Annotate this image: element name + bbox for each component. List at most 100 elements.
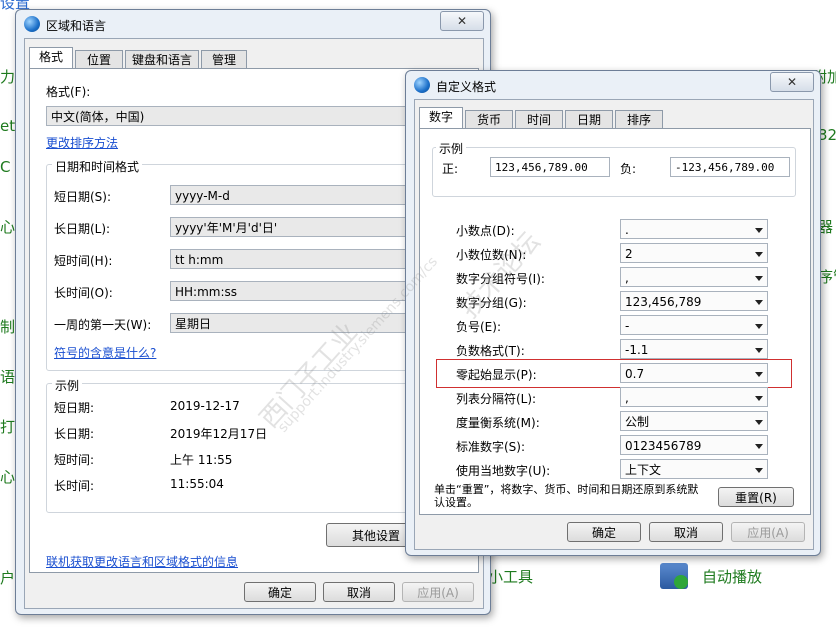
native-digits-select[interactable]: 上下文 (620, 459, 768, 479)
tab-sort[interactable]: 排序 (615, 110, 663, 129)
ok-button[interactable]: 确定 (244, 582, 316, 602)
positive-label: 正: (442, 162, 459, 176)
digit-grouping-value: 123,456,789 (625, 295, 702, 309)
tab-keyboard[interactable]: 键盘和语言 (125, 50, 199, 69)
bg-fragment: et (0, 117, 16, 135)
negative-format-select[interactable]: -1.1 (620, 339, 768, 359)
bg-fragment: 心 (0, 218, 16, 236)
long-date-select[interactable]: yyyy'年'M'月'd'日' (170, 217, 426, 237)
close-button[interactable]: ✕ (440, 11, 484, 31)
first-day-value: 星期日 (175, 317, 212, 331)
decimal-digits-select[interactable]: 2 (620, 243, 768, 263)
tab-date[interactable]: 日期 (565, 110, 613, 129)
apply-button[interactable]: 应用(A) (402, 582, 474, 602)
window-title: 自定义格式 (436, 80, 497, 94)
tab-format[interactable]: 格式 (29, 47, 73, 69)
negative-label: 负: (620, 162, 637, 176)
apply-button[interactable]: 应用(A) (731, 522, 805, 542)
title-bar[interactable]: 自定义格式 ✕ (406, 71, 820, 99)
bg-fragment: 制 (0, 318, 16, 336)
standard-digits-label: 标准数字(S): (456, 440, 526, 454)
negative-sign-value: - (625, 319, 630, 333)
negative-format-value: -1.1 (625, 343, 649, 357)
short-time-label: 短时间(H): (54, 254, 113, 268)
globe-icon (24, 16, 40, 32)
datetime-group-label: 日期和时间格式 (52, 158, 143, 175)
short-date-select[interactable]: yyyy-M-d (170, 185, 426, 205)
bg-fragment: 打 (0, 418, 16, 436)
example-long-date-label: 长日期: (54, 427, 95, 441)
ok-button[interactable]: 确定 (567, 522, 641, 542)
tab-location[interactable]: 位置 (75, 50, 123, 69)
example-long-time-label: 长时间: (54, 479, 95, 493)
tab-time[interactable]: 时间 (515, 110, 563, 129)
example-group-label: 示例 (52, 377, 83, 394)
bg-fragment: 户 (0, 569, 16, 587)
decimal-symbol-select[interactable]: . (620, 219, 768, 239)
native-digits-label: 使用当地数字(U): (456, 464, 551, 478)
example-group-label: 示例 (436, 140, 467, 157)
negative-example-field: -123,456,789.00 (670, 157, 790, 177)
format-label: 格式(F): (46, 85, 91, 99)
measurement-select[interactable]: 公制 (620, 411, 768, 431)
positive-value: 123,456,789.00 (495, 161, 588, 174)
short-date-label: 短日期(S): (54, 190, 112, 204)
long-time-value: HH:mm:ss (175, 285, 238, 299)
globe-icon (414, 77, 430, 93)
tab-admin[interactable]: 管理 (201, 50, 247, 69)
example-short-date-value: 2019-12-17 (170, 399, 240, 413)
positive-example-field: 123,456,789.00 (490, 157, 610, 177)
list-separator-select[interactable]: , (620, 387, 768, 407)
cancel-button[interactable]: 取消 (323, 582, 395, 602)
grouping-symbol-value: , (625, 271, 629, 285)
list-separator-label: 列表分隔符(L): (456, 392, 537, 406)
example-short-time-label: 短时间: (54, 453, 95, 467)
first-day-label: 一周的第一天(W): (54, 318, 152, 332)
negative-value: -123,456,789.00 (675, 161, 775, 174)
format-value: 中文(简体，中国) (51, 110, 145, 124)
measurement-value: 公制 (625, 415, 650, 429)
short-time-select[interactable]: tt h:mm (170, 249, 426, 269)
leading-zero-select[interactable]: 0.7 (620, 363, 768, 383)
example-long-date-value: 2019年12月17日 (170, 427, 268, 441)
reset-note: 单击“重置”，将数字、货币、时间和日期还原到系统默认设置。 (434, 483, 699, 509)
window-title: 区域和语言 (46, 19, 107, 33)
title-bar[interactable]: 区域和语言 ✕ (16, 10, 490, 38)
long-date-value: yyyy'年'M'月'd'日' (175, 221, 278, 235)
tab-number[interactable]: 数字 (419, 107, 463, 129)
close-button[interactable]: ✕ (770, 72, 814, 92)
window-client: 数字 货币 时间 日期 排序 示例 正: 123,456,789.00 负: -… (414, 99, 814, 550)
reset-button[interactable]: 重置(R) (718, 487, 794, 507)
native-digits-value: 上下文 (625, 463, 662, 477)
decimal-symbol-value: . (625, 223, 629, 237)
autoplay-icon (660, 563, 688, 589)
leading-zero-value: 0.7 (625, 367, 645, 381)
symbols-meaning-link[interactable]: 符号的含意是什么? (54, 344, 156, 361)
long-date-label: 长日期(L): (54, 222, 111, 236)
bg-fragment: 语 (0, 368, 16, 386)
bg-item-gadgets[interactable]: 小工具 (488, 566, 533, 587)
cancel-button[interactable]: 取消 (649, 522, 723, 542)
example-short-date-label: 短日期: (54, 401, 95, 415)
short-time-value: tt h:mm (175, 253, 224, 267)
list-separator-value: , (625, 391, 629, 405)
grouping-symbol-select[interactable]: , (620, 267, 768, 287)
measurement-label: 度量衡系统(M): (456, 416, 540, 430)
leading-zero-label: 零起始显示(P): (456, 368, 537, 382)
bg-item-autoplay[interactable]: 自动播放 (702, 566, 762, 587)
digit-grouping-select[interactable]: 123,456,789 (620, 291, 768, 311)
example-short-time-value: 上午 11:55 (170, 453, 233, 467)
negative-format-label: 负数格式(T): (456, 344, 525, 358)
format-select[interactable]: 中文(简体，中国) (46, 106, 426, 126)
long-time-label: 长时间(O): (54, 286, 113, 300)
bg-fragment: 心 (0, 468, 16, 486)
decimal-digits-value: 2 (625, 247, 633, 261)
negative-sign-select[interactable]: - (620, 315, 768, 335)
example-long-time-value: 11:55:04 (170, 477, 224, 491)
short-date-value: yyyy-M-d (175, 189, 230, 203)
tab-currency[interactable]: 货币 (465, 110, 513, 129)
standard-digits-value: 0123456789 (625, 439, 702, 453)
standard-digits-select[interactable]: 0123456789 (620, 435, 768, 455)
online-info-link[interactable]: 联机获取更改语言和区域格式的信息 (46, 553, 238, 570)
change-sort-link[interactable]: 更改排序方法 (46, 134, 118, 151)
